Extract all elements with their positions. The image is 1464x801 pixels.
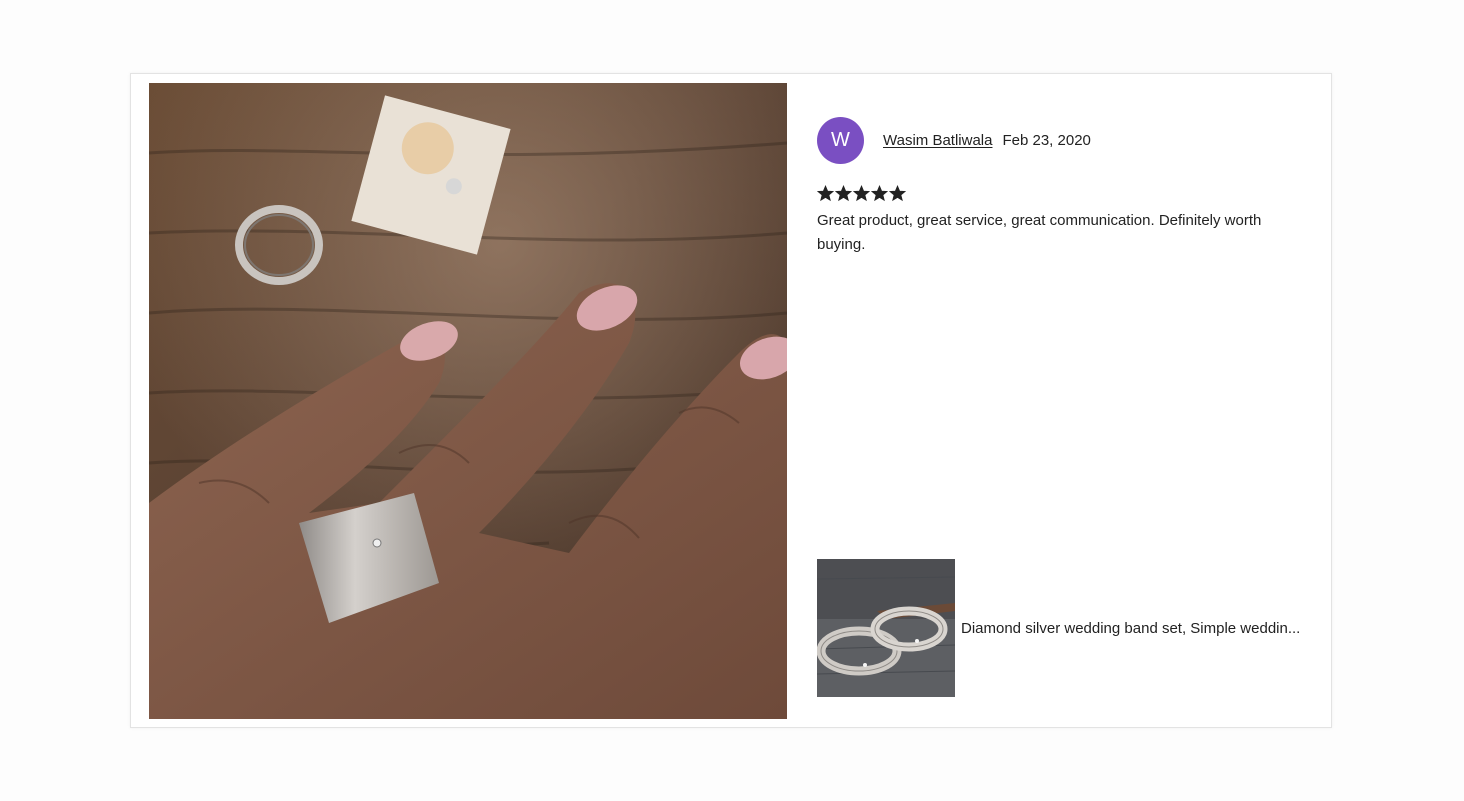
star-icon <box>871 185 888 202</box>
star-icon <box>817 185 834 202</box>
page: W Wasim Batliwala Feb 23, 2020 Great pro… <box>0 0 1464 801</box>
review-text: Great product, great service, great comm… <box>817 212 1262 253</box>
avatar-initial: W <box>831 128 850 151</box>
reviewer-row: W Wasim Batliwala Feb 23, 2020 <box>817 116 1307 164</box>
review-date: Feb 23, 2020 <box>1002 131 1091 149</box>
listing-title[interactable]: Diamond silver wedding band set, Simple … <box>961 620 1306 637</box>
reviewer-name-link[interactable]: Wasim Batliwala <box>883 132 992 149</box>
listing-thumbnail[interactable] <box>817 559 955 697</box>
review-photo-image <box>149 83 787 719</box>
star-icon <box>835 185 852 202</box>
reviewed-listing-link[interactable]: Diamond silver wedding band set, Simple … <box>817 559 1306 697</box>
review-panel: W Wasim Batliwala Feb 23, 2020 Great pro… <box>817 116 1307 257</box>
review-card: W Wasim Batliwala Feb 23, 2020 Great pro… <box>130 73 1332 728</box>
avatar: W <box>817 116 864 164</box>
review-photo[interactable] <box>149 83 787 719</box>
star-icon <box>853 185 870 202</box>
star-icon <box>889 185 906 202</box>
star-rating <box>817 185 1307 202</box>
listing-thumbnail-image <box>817 559 955 697</box>
